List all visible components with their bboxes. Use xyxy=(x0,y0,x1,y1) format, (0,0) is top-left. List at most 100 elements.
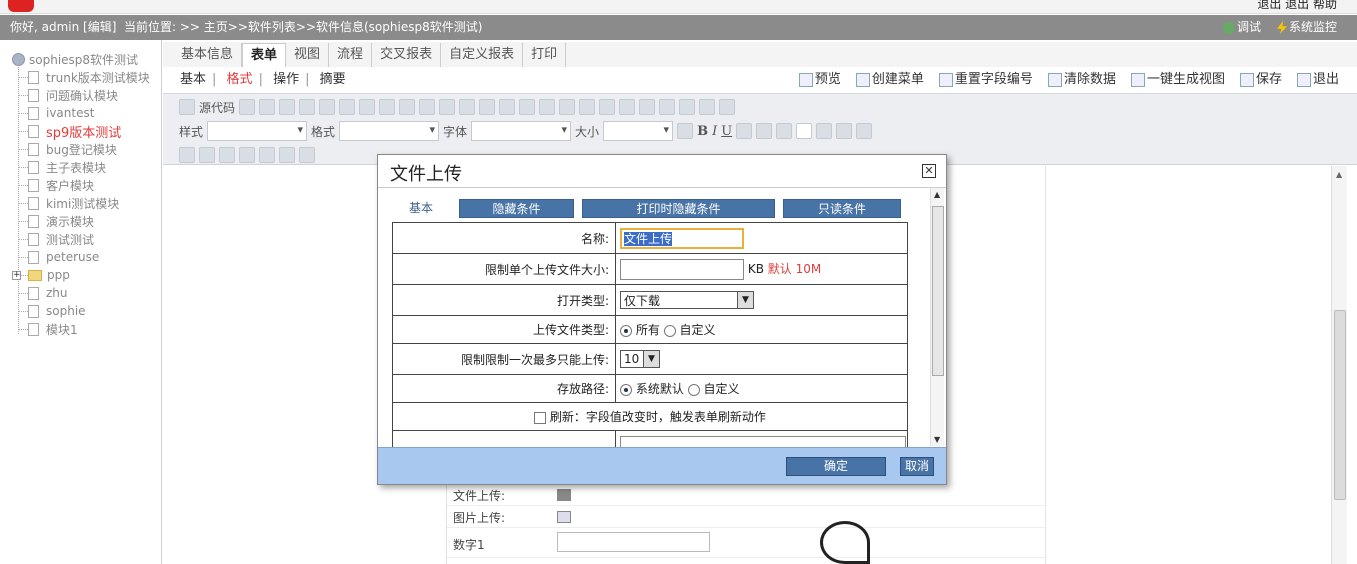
top-right-links[interactable]: 退出 退出 帮助 xyxy=(1257,0,1337,12)
strikethrough-icon[interactable] xyxy=(736,123,753,139)
tree-item[interactable]: 测试测试 xyxy=(18,230,94,248)
number-field[interactable] xyxy=(557,532,710,552)
outdent-icon[interactable] xyxy=(539,99,556,115)
tree-root[interactable]: sophiesp8软件测试 xyxy=(12,51,138,68)
align-right-icon[interactable] xyxy=(836,123,853,139)
cancel-button[interactable]: 取消 xyxy=(900,457,934,476)
undo-icon[interactable] xyxy=(379,99,396,115)
tab-view[interactable]: 视图 xyxy=(286,43,330,67)
paste-text-icon[interactable] xyxy=(339,99,356,115)
close-icon[interactable]: ✕ xyxy=(922,164,936,178)
tree-item[interactable]: peteruse xyxy=(18,248,99,266)
scroll-down-icon[interactable]: ▼ xyxy=(934,435,940,444)
subscript-icon[interactable] xyxy=(756,123,773,139)
size-select[interactable] xyxy=(603,121,674,141)
tab-print[interactable]: 打印 xyxy=(523,43,567,67)
user-control-icon[interactable] xyxy=(299,147,315,163)
create-menu-button[interactable]: 创建菜单 xyxy=(855,67,924,92)
underline-icon[interactable]: U xyxy=(721,124,732,139)
bulleted-list-icon[interactable] xyxy=(519,99,536,115)
exit-button[interactable]: 退出 xyxy=(1296,67,1339,92)
tab-flow[interactable]: 流程 xyxy=(329,43,373,67)
redo-icon[interactable] xyxy=(399,99,416,115)
tab-custom-report[interactable]: 自定义报表 xyxy=(441,43,524,67)
scroll-up-icon[interactable]: ▲ xyxy=(934,190,940,199)
size-limit-input[interactable] xyxy=(620,258,744,280)
indent-icon[interactable] xyxy=(559,99,576,115)
tree-item[interactable]: 演示模块 xyxy=(18,212,94,230)
image-icon[interactable] xyxy=(619,99,636,115)
file-upload-icon[interactable] xyxy=(557,489,571,501)
copy-icon[interactable] xyxy=(239,99,256,115)
clear-data-button[interactable]: 清除数据 xyxy=(1047,67,1116,92)
file-type-all-radio[interactable] xyxy=(620,324,632,337)
path-default-radio[interactable] xyxy=(620,383,632,396)
tree-item[interactable]: + ppp xyxy=(12,266,70,284)
checkbox-control-icon[interactable] xyxy=(179,147,195,163)
tree-item[interactable]: sophie xyxy=(18,302,86,320)
system-monitor-button[interactable]: 系统监控 xyxy=(1276,15,1337,40)
horizontal-line-icon[interactable] xyxy=(679,99,696,115)
subtab-summary[interactable]: 摘要 xyxy=(320,72,346,87)
preview-button[interactable]: 预览 xyxy=(798,67,841,92)
radio-control-icon[interactable] xyxy=(199,147,215,163)
file-type-custom-radio[interactable] xyxy=(663,324,676,337)
dialog-tab-readonly[interactable]: 只读条件 xyxy=(783,199,901,218)
tab-form[interactable]: 表单 xyxy=(242,43,287,67)
tree-item[interactable]: trunk版本测试模块 xyxy=(18,68,150,86)
quote-icon[interactable] xyxy=(579,99,596,115)
upload-count-select[interactable]: 10 ▼ xyxy=(620,350,660,368)
paste-word-icon[interactable] xyxy=(359,99,376,115)
select-all-icon[interactable] xyxy=(459,99,476,115)
font-select[interactable] xyxy=(471,121,572,141)
source-code-label[interactable]: 源代码 xyxy=(199,99,235,116)
bold-icon[interactable]: B xyxy=(697,124,708,139)
tree-item[interactable]: 主子表模块 xyxy=(18,158,106,176)
italic-icon[interactable]: I xyxy=(712,124,717,139)
dialog-scrollbar[interactable]: ▲ ▼ xyxy=(930,188,944,446)
flash-icon[interactable] xyxy=(639,99,656,115)
search-icon[interactable] xyxy=(419,99,436,115)
tree-item[interactable]: ivantest xyxy=(18,104,94,122)
page-scrollbar[interactable]: ▲ xyxy=(1331,166,1347,564)
image-upload-icon[interactable] xyxy=(557,511,571,523)
dialog-tab-print-hidden[interactable]: 打印时隐藏条件 xyxy=(582,199,775,218)
style-select[interactable] xyxy=(207,121,308,141)
superscript-icon[interactable] xyxy=(776,123,793,139)
refresh-checkbox[interactable] xyxy=(534,411,547,424)
numbered-list-icon[interactable] xyxy=(499,99,516,115)
tree-item[interactable]: 问题确认模块 xyxy=(18,86,118,104)
tab-basic-info[interactable]: 基本信息 xyxy=(173,43,243,67)
eraser-icon[interactable] xyxy=(479,99,496,115)
div-icon[interactable] xyxy=(599,99,616,115)
textarea-control-icon[interactable] xyxy=(239,147,255,163)
tab-cross-report[interactable]: 交叉报表 xyxy=(372,43,442,67)
expand-icon[interactable]: + xyxy=(12,270,21,280)
template-icon[interactable] xyxy=(279,99,296,115)
ok-button[interactable]: 确定 xyxy=(786,457,886,476)
cut-icon[interactable] xyxy=(299,99,316,115)
align-left-icon[interactable] xyxy=(796,123,813,139)
format-select[interactable] xyxy=(339,121,440,141)
tree-item[interactable]: 客户模块 xyxy=(18,176,94,194)
name-input[interactable]: 文件上传 xyxy=(620,227,744,249)
source-code-icon[interactable] xyxy=(179,99,195,115)
tree-item[interactable]: bug登记模块 xyxy=(18,140,117,158)
reset-field-number-button[interactable]: 重置字段编号 xyxy=(938,67,1033,92)
align-justify-icon[interactable] xyxy=(856,123,873,139)
textfield-control-icon[interactable] xyxy=(219,147,235,163)
subtab-basic[interactable]: 基本 xyxy=(180,72,206,87)
subtab-format[interactable]: 格式 xyxy=(227,72,253,87)
paste-icon[interactable] xyxy=(319,99,336,115)
tree-item[interactable]: sp9版本测试 xyxy=(18,122,121,141)
tree-item[interactable]: 模块1 xyxy=(18,320,78,338)
user-greeting[interactable]: 你好, admin [编辑] xyxy=(10,15,116,40)
list-control-icon[interactable] xyxy=(259,147,275,163)
path-custom-radio[interactable] xyxy=(687,383,700,396)
scroll-up-icon[interactable]: ▲ xyxy=(1336,170,1342,179)
replace-icon[interactable] xyxy=(439,99,456,115)
dialog-scroll-thumb[interactable] xyxy=(932,206,944,376)
scroll-thumb[interactable] xyxy=(1334,310,1346,500)
align-center-icon[interactable] xyxy=(816,123,833,139)
open-type-select[interactable]: 仅下载 ▼ xyxy=(620,291,754,309)
